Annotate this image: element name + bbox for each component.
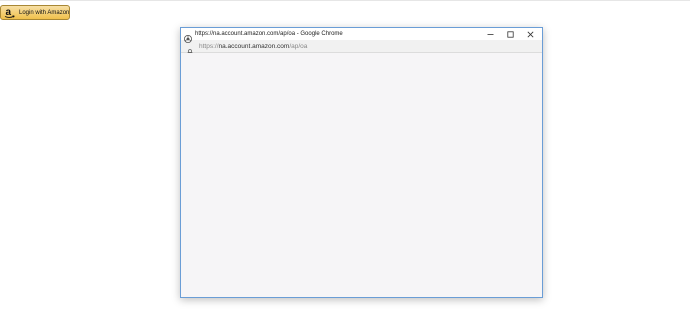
svg-text:a: a — [6, 7, 12, 18]
address-bar[interactable]: https://na.account.amazon.com/ap/oa — [181, 40, 542, 55]
maximize-button[interactable] — [500, 28, 520, 40]
amazon-logo-icon: a — [4, 6, 15, 19]
login-with-amazon-button[interactable]: a Login with Amazon — [0, 5, 70, 20]
minimize-icon — [487, 33, 493, 35]
close-button[interactable] — [520, 28, 540, 40]
url-path: /ap/oa — [289, 42, 308, 50]
popup-window[interactable]: https://na.account.amazon.com/ap/oa - Go… — [180, 27, 543, 298]
window-controls — [480, 28, 540, 40]
popup-titlebar[interactable]: https://na.account.amazon.com/ap/oa - Go… — [181, 28, 542, 43]
address-url[interactable]: https://na.account.amazon.com/ap/oa — [199, 43, 307, 50]
popup-window-title: https://na.account.amazon.com/ap/oa - Go… — [195, 31, 343, 37]
page: a Login with Amazon https://na.account.a… — [0, 0, 690, 323]
lock-icon — [187, 43, 193, 55]
close-icon — [527, 31, 533, 37]
popup-content-area — [181, 53, 542, 297]
maximize-icon — [506, 30, 514, 38]
url-host: na.account.amazon.com — [218, 42, 290, 50]
minimize-button[interactable] — [480, 28, 500, 40]
url-scheme: https:// — [199, 42, 219, 50]
chrome-icon — [184, 30, 192, 43]
login-button-label: Login with Amazon — [19, 9, 70, 16]
